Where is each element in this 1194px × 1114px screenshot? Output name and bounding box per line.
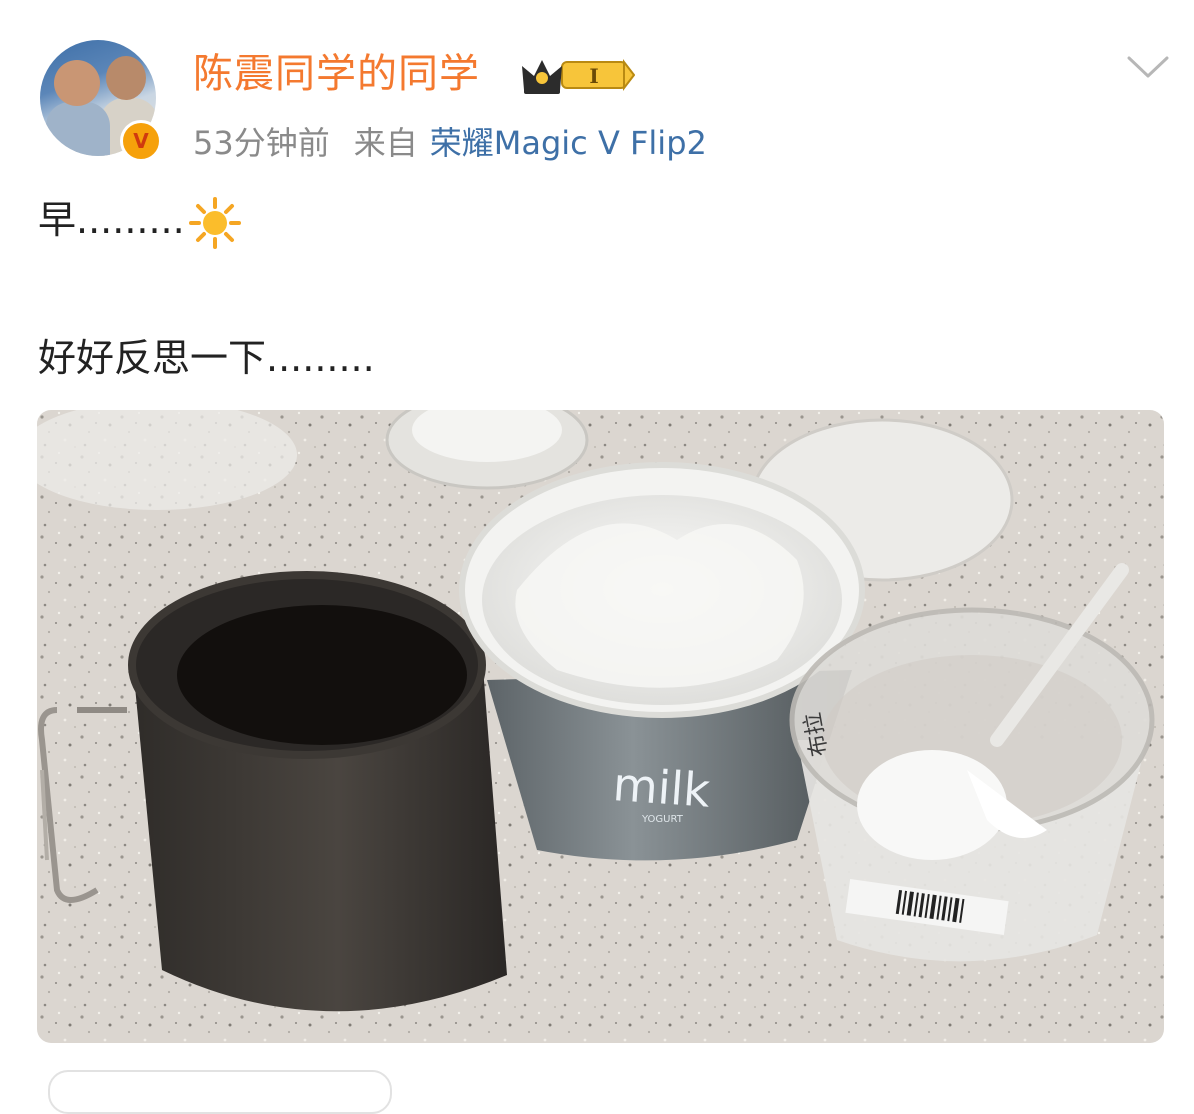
device-link[interactable]: 荣耀Magic V Flip2	[430, 124, 707, 162]
post-text-line1: 早.........	[38, 190, 243, 251]
level-label: I	[589, 64, 598, 88]
verified-icon: V	[120, 120, 162, 162]
sun-emoji-icon	[188, 196, 241, 249]
cup-small-text: YOGURT	[641, 814, 684, 825]
chevron-down-icon[interactable]	[1126, 52, 1170, 82]
post-photo[interactable]: milk YOGURT 布拉	[37, 410, 1164, 1043]
username[interactable]: 陈震同学的同学	[193, 44, 480, 104]
line1-text: 早.........	[38, 198, 185, 242]
post-time: 53分钟前	[193, 124, 330, 162]
from-label: 来自	[353, 124, 418, 162]
crown-icon[interactable]: I	[520, 54, 635, 96]
post-meta: 53分钟前 来自 荣耀Magic V Flip2	[193, 118, 707, 168]
action-pill[interactable]	[48, 1070, 392, 1114]
avatar[interactable]: V	[40, 40, 162, 162]
cup-brand-text: milk	[611, 757, 712, 818]
post-text-line2: 好好反思一下.........	[38, 336, 375, 380]
